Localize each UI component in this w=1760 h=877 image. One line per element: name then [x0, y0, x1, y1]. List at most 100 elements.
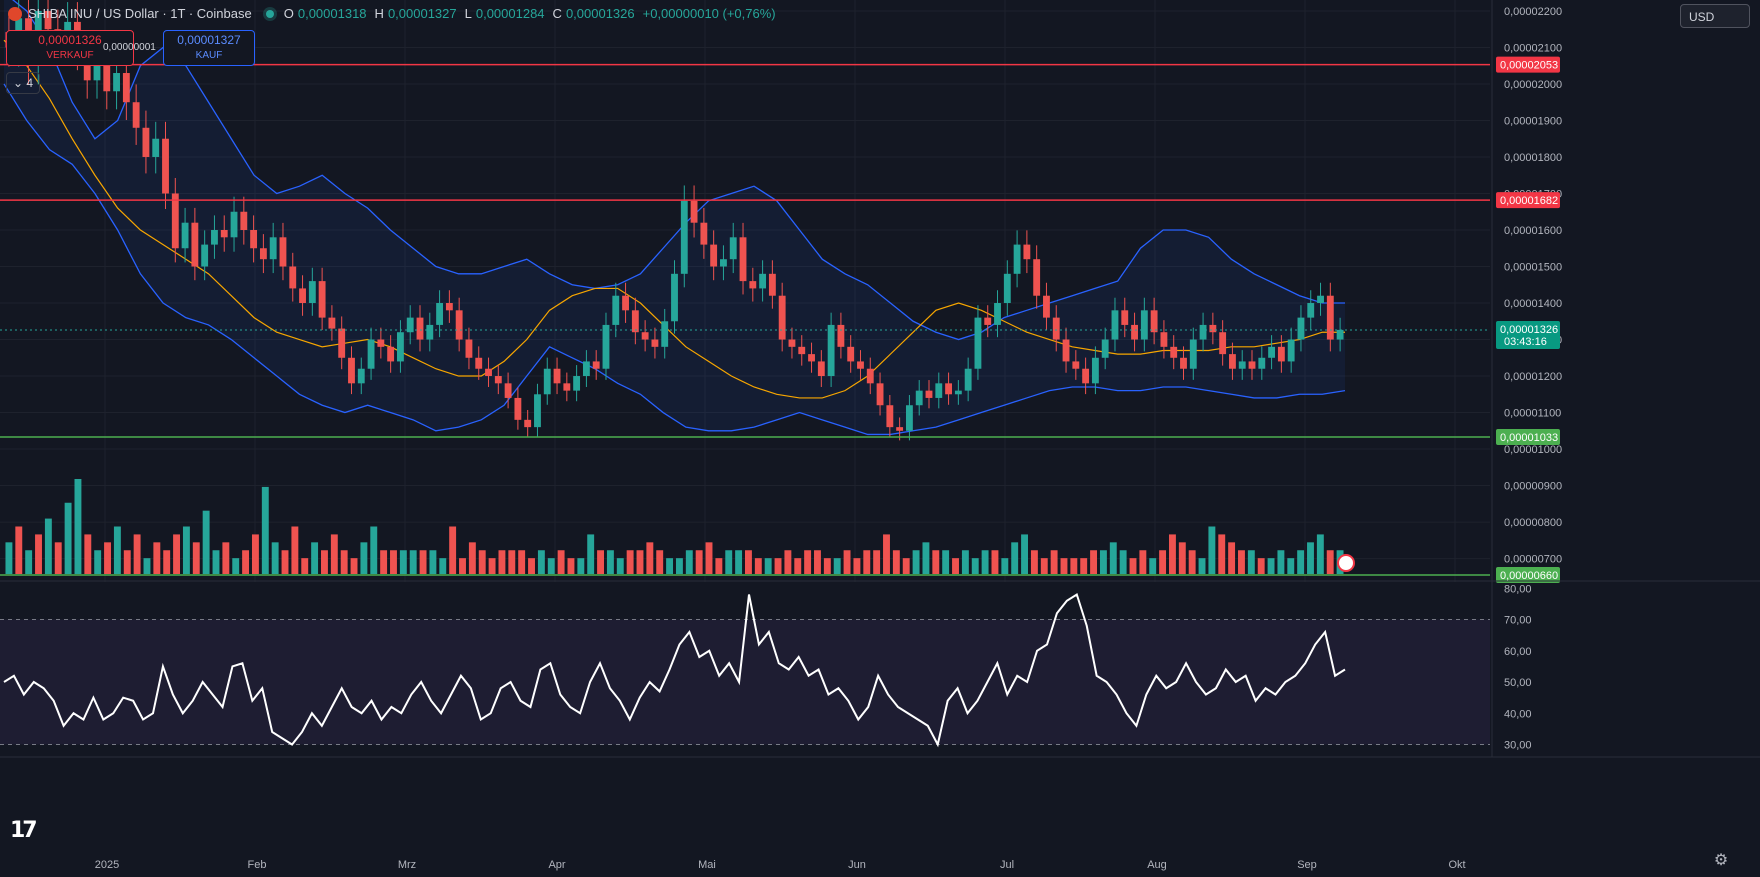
volume-bar	[1109, 542, 1117, 574]
volume-bar	[1238, 550, 1245, 574]
time-axis-tick: Apr	[548, 859, 565, 871]
candle-body	[857, 361, 864, 369]
volume-bar	[15, 526, 23, 574]
volume-bar	[1030, 550, 1038, 574]
candle-body	[1277, 346, 1285, 362]
candle-body	[1268, 346, 1276, 358]
rsi-axis-tick: 40,00	[1504, 708, 1532, 720]
volume-bar	[1070, 558, 1078, 574]
volume-bar	[587, 534, 595, 574]
candle-body	[886, 405, 894, 428]
time-axis-tick: Mai	[698, 859, 716, 871]
volume-bar	[1178, 542, 1186, 574]
candle-body	[612, 295, 620, 325]
volume-bar	[1228, 542, 1236, 574]
volume-bar	[705, 542, 713, 574]
candle-body	[1199, 324, 1207, 340]
candle-body	[1248, 361, 1256, 369]
candle-body	[631, 310, 639, 333]
volume-bar	[54, 542, 62, 574]
price-axis-tick: 0,00000700	[1504, 554, 1562, 566]
rsi-axis-tick: 50,00	[1504, 677, 1532, 689]
volume-bar	[1080, 558, 1088, 574]
candle-body	[103, 62, 111, 92]
volume-bar	[823, 558, 831, 574]
volume-bar	[1099, 550, 1107, 574]
time-axis-tick: Feb	[248, 859, 267, 871]
candle-body	[494, 376, 502, 384]
volume-bar	[390, 550, 397, 574]
volume-bar	[646, 542, 654, 574]
candle-body	[1180, 357, 1187, 369]
symbol-title[interactable]: SHIBA INU / US Dollar · 1T · Coinbase	[28, 6, 252, 21]
volume-bar	[1218, 534, 1226, 574]
candle-body	[1033, 259, 1041, 296]
volume-bar	[173, 534, 181, 574]
time-axis-tick: Jul	[1000, 859, 1014, 871]
volume-bar	[942, 550, 950, 574]
volume-bar	[863, 550, 871, 574]
volume-bar	[518, 550, 526, 574]
candle-body	[1062, 339, 1070, 362]
volume-bar	[44, 518, 52, 574]
volume-bar	[153, 542, 161, 574]
candle-body	[122, 73, 130, 103]
tradingview-logo-icon[interactable]: 17	[10, 818, 38, 843]
price-level-label: 0,00002053	[1500, 60, 1558, 72]
volume-bar	[488, 558, 496, 574]
volume-bar	[1307, 542, 1314, 574]
price-axis-tick: 0,00002100	[1504, 42, 1562, 54]
volume-bar	[1149, 558, 1157, 574]
volume-bar	[1119, 550, 1127, 574]
rsi-axis-tick: 60,00	[1504, 646, 1532, 658]
volume-bar	[370, 526, 378, 574]
volume-bar	[311, 542, 319, 574]
volume-bar	[833, 558, 841, 574]
volume-bar	[774, 558, 782, 574]
volume-bar	[251, 534, 259, 574]
volume-bar	[182, 526, 190, 574]
currency-selector[interactable]: USD	[1680, 4, 1750, 28]
candle-body	[191, 222, 199, 267]
ohlc-item: O 0,00001318	[284, 6, 371, 21]
volume-bar	[94, 550, 102, 574]
volume-bar	[1257, 558, 1265, 574]
candle-body	[1111, 310, 1119, 340]
candle-body	[201, 244, 209, 267]
indicators-collapse-button[interactable]: ⌄ 4	[6, 72, 40, 94]
price-level-label: 0,00001033	[1500, 432, 1558, 444]
time-axis-tick: Aug	[1147, 859, 1167, 871]
candle-body	[817, 361, 825, 377]
market-open-indicator-icon	[265, 9, 274, 18]
volume-bar	[577, 558, 585, 574]
candle-body	[1287, 339, 1295, 362]
volume-bar	[478, 550, 486, 574]
candle-body	[534, 394, 541, 428]
volume-bar	[725, 550, 733, 574]
candle-body	[475, 357, 483, 369]
buy-button[interactable]: 0,00001327 KAUF	[163, 30, 255, 66]
candle-body	[768, 273, 776, 296]
candle-body	[181, 222, 189, 249]
volume-bar	[883, 534, 890, 574]
volume-bar	[1168, 534, 1176, 574]
candle-body	[1101, 339, 1109, 358]
candle-body	[397, 332, 404, 362]
time-axis-tick: Okt	[1448, 859, 1465, 871]
candle-body	[905, 405, 913, 431]
candle-body	[1072, 361, 1080, 369]
volume-bar	[419, 550, 427, 574]
volume-bar	[459, 558, 466, 574]
candle-body	[1091, 357, 1099, 384]
volume-bar	[715, 558, 723, 574]
volume-bar	[380, 550, 388, 574]
buy-price: 0,00001327	[177, 33, 241, 47]
volume-bar	[1297, 550, 1305, 574]
volume-bar	[991, 550, 999, 574]
chart-canvas[interactable]: 0,00002200 0,00002100 0,00002000 0,00001900…	[0, 0, 1760, 877]
volume-bar	[616, 558, 624, 574]
gear-icon[interactable]: ⚙	[1712, 852, 1730, 870]
volume-bar	[853, 558, 861, 574]
volume-bar	[429, 550, 437, 574]
volume-bar	[1277, 550, 1285, 574]
